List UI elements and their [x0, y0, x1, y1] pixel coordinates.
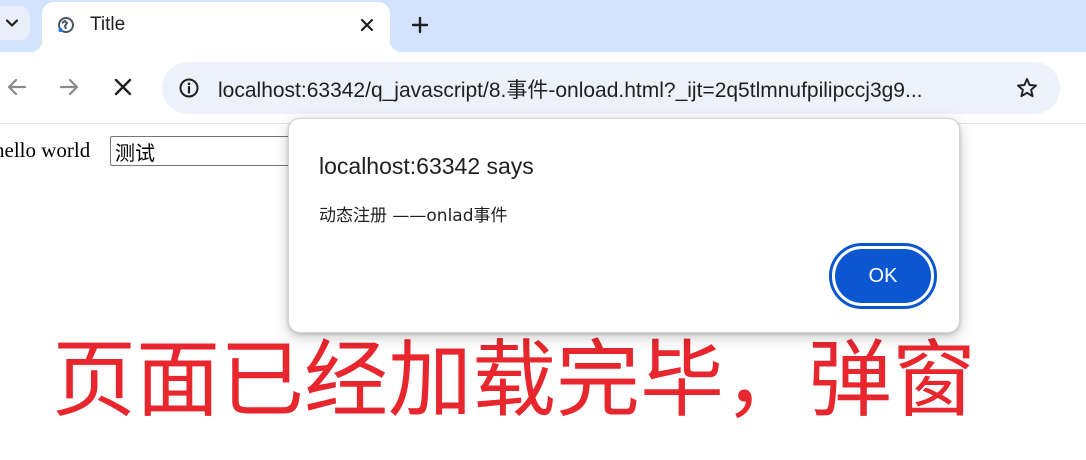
new-tab-button[interactable] — [404, 9, 436, 41]
tab-strip: Title — [0, 0, 1086, 52]
chevron-down-icon — [5, 19, 19, 27]
dialog-title: localhost:63342 says — [319, 153, 534, 179]
tab-title: Title — [90, 14, 126, 35]
url-text[interactable]: localhost:63342/q_javascript/8.事件-onload… — [218, 74, 922, 104]
hello-world-text: hello world — [0, 138, 91, 162]
close-icon — [360, 18, 374, 32]
alert-dialog: localhost:63342 says 动态注册 ——onlad事件 OK — [288, 118, 960, 333]
address-bar[interactable]: localhost:63342/q_javascript/8.事件-onload… — [162, 62, 1060, 114]
browser-toolbar: localhost:63342/q_javascript/8.事件-onload… — [0, 52, 1086, 124]
info-icon — [179, 78, 199, 98]
stop-loading-icon — [114, 78, 132, 96]
bookmark-button[interactable] — [1014, 75, 1040, 101]
ok-button-focus-ring: OK — [829, 243, 937, 309]
tab-close-button[interactable] — [354, 12, 380, 38]
back-arrow-icon — [7, 78, 27, 96]
text-input[interactable] — [110, 136, 300, 166]
plus-icon — [411, 16, 429, 34]
ok-button[interactable]: OK — [835, 249, 931, 303]
stop-loading-button[interactable] — [106, 70, 140, 104]
star-icon — [1017, 78, 1037, 98]
back-button[interactable] — [0, 70, 34, 104]
forward-button[interactable] — [52, 70, 86, 104]
forward-arrow-icon — [59, 78, 79, 96]
annotation-caption: 页面已经加载完毕，弹窗 — [52, 331, 977, 429]
site-info-button[interactable] — [176, 75, 202, 101]
globe-icon — [58, 17, 74, 33]
dialog-message: 动态注册 ——onlad事件 — [319, 206, 508, 226]
tab-search-button[interactable] — [0, 6, 30, 40]
browser-tab[interactable]: Title — [30, 2, 402, 52]
